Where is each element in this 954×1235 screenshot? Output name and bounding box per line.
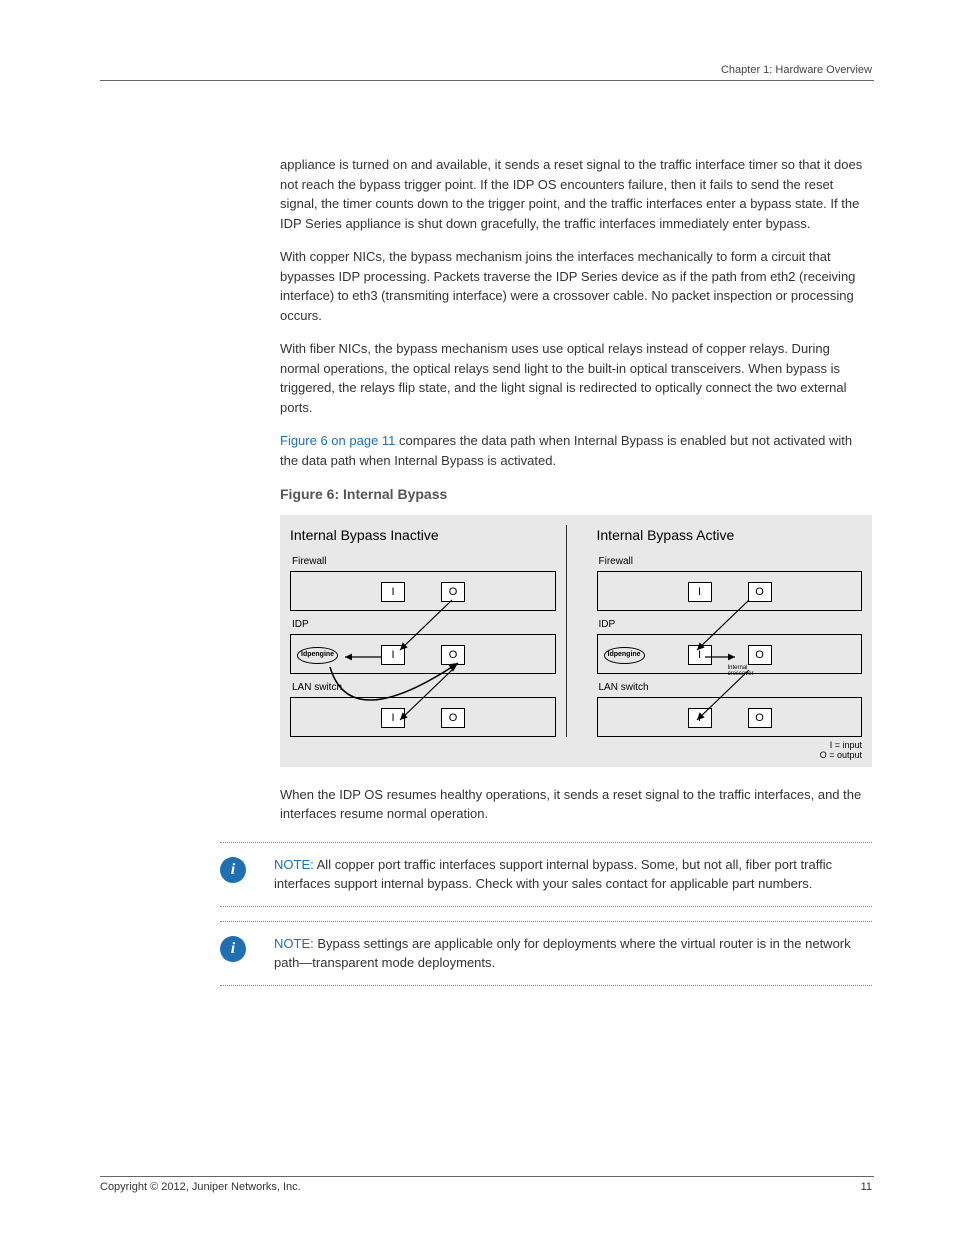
figure-diagram: Internal Bypass Inactive Firewall I O ID… xyxy=(280,515,872,767)
panel-title: Internal Bypass Inactive xyxy=(290,525,556,546)
device-lan-switch: I O xyxy=(290,697,556,737)
legend-output: O = output xyxy=(290,751,862,761)
note-label: NOTE: xyxy=(274,857,314,872)
panel-title: Internal Bypass Active xyxy=(597,525,863,546)
copyright: Copyright © 2012, Juniper Networks, Inc. xyxy=(100,1179,301,1196)
figure-crossref-link[interactable]: Figure 6 on page 11 xyxy=(280,433,395,448)
device-lan-switch: I O xyxy=(597,697,863,737)
header-rule xyxy=(100,80,874,81)
note-block: i NOTE: Bypass settings are applicable o… xyxy=(220,921,872,986)
port-input: I xyxy=(688,645,712,665)
internal-crossover-label: Internal crossover xyxy=(728,665,754,677)
note-body: Bypass settings are applicable only for … xyxy=(274,936,851,971)
port-output: O xyxy=(441,708,465,728)
port-input: I xyxy=(688,582,712,602)
paragraph: Figure 6 on page 11 compares the data pa… xyxy=(280,431,872,470)
idpengine-label: Idpengine xyxy=(604,647,645,664)
device-firewall: I O xyxy=(597,571,863,611)
legend-input: I = input xyxy=(290,741,862,751)
diagram-panel-active: Internal Bypass Active Firewall I O IDP … xyxy=(587,525,863,737)
port-input: I xyxy=(688,708,712,728)
main-content: appliance is turned on and available, it… xyxy=(280,155,872,1000)
paragraph: With fiber NICs, the bypass mechanism us… xyxy=(280,339,872,417)
diagram-legend: I = input O = output xyxy=(290,741,862,761)
device-firewall: I O xyxy=(290,571,556,611)
port-input: I xyxy=(381,645,405,665)
note-text: NOTE: All copper port traffic interfaces… xyxy=(274,855,872,894)
device-idp: Idpengine I O xyxy=(290,634,556,674)
note-body: All copper port traffic interfaces suppo… xyxy=(274,857,832,892)
diagram-panel-inactive: Internal Bypass Inactive Firewall I O ID… xyxy=(290,525,567,737)
figure-caption: Figure 6: Internal Bypass xyxy=(280,484,872,505)
paragraph: With copper NICs, the bypass mechanism j… xyxy=(280,247,872,325)
device-label-firewall: Firewall xyxy=(599,554,863,569)
page-number: 11 xyxy=(861,1179,872,1196)
port-output: O xyxy=(441,645,465,665)
note-label: NOTE: xyxy=(274,936,314,951)
device-idp: Idpengine I O Internal crossover xyxy=(597,634,863,674)
port-output: O xyxy=(748,645,772,665)
info-icon: i xyxy=(220,936,246,962)
port-input: I xyxy=(381,582,405,602)
paragraph: appliance is turned on and available, it… xyxy=(280,155,872,233)
idpengine-label: Idpengine xyxy=(297,647,338,664)
device-label-firewall: Firewall xyxy=(292,554,556,569)
note-block: i NOTE: All copper port traffic interfac… xyxy=(220,842,872,907)
device-label-idp: IDP xyxy=(599,617,863,632)
footer-rule xyxy=(100,1176,874,1177)
device-label-lan: LAN switch xyxy=(599,680,863,695)
port-output: O xyxy=(748,582,772,602)
port-output: O xyxy=(441,582,465,602)
device-label-lan: LAN switch xyxy=(292,680,556,695)
info-icon: i xyxy=(220,857,246,883)
note-text: NOTE: Bypass settings are applicable onl… xyxy=(274,934,872,973)
port-output: O xyxy=(748,708,772,728)
device-label-idp: IDP xyxy=(292,617,556,632)
paragraph: When the IDP OS resumes healthy operatio… xyxy=(280,785,872,824)
port-input: I xyxy=(381,708,405,728)
chapter-label: Chapter 1: Hardware Overview xyxy=(721,62,872,79)
